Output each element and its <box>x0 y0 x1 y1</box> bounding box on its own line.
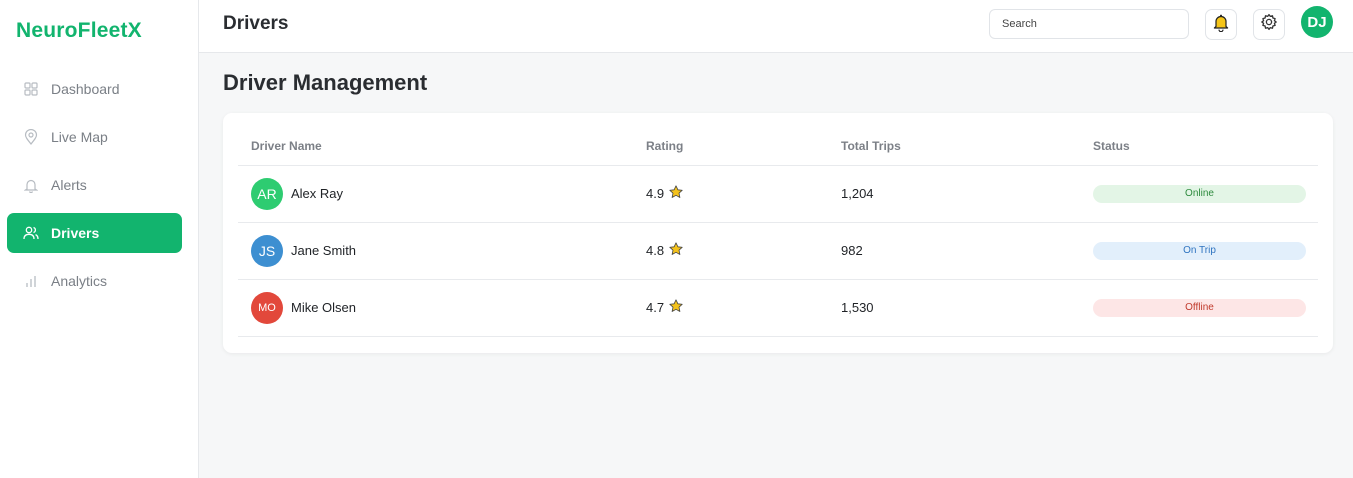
table-row[interactable]: JS Jane Smith 4.8 982 On Trip <box>238 222 1318 280</box>
driver-rating: 4.9 <box>646 186 665 201</box>
drivers-table-card: Driver Name Rating Total Trips Status AR… <box>223 113 1333 353</box>
search-input[interactable] <box>989 9 1189 39</box>
driver-name: Alex Ray <box>291 186 344 201</box>
sidebar-item-drivers[interactable]: Drivers <box>7 213 182 253</box>
sidebar-item-label: Drivers <box>51 225 100 241</box>
top-header: Drivers DJ <box>199 0 1353 53</box>
sidebar-item-label: Dashboard <box>51 81 120 97</box>
settings-button[interactable] <box>1253 9 1285 40</box>
gear-icon <box>1260 13 1278 36</box>
driver-trips: 1,530 <box>828 279 1080 337</box>
users-icon <box>23 225 39 241</box>
notifications-button[interactable] <box>1205 9 1237 40</box>
driver-avatar: JS <box>251 234 283 267</box>
page-title: Driver Management <box>223 70 428 95</box>
user-avatar[interactable]: DJ <box>1301 6 1333 38</box>
drivers-table: Driver Name Rating Total Trips Status AR… <box>238 128 1318 337</box>
table-header-row: Driver Name Rating Total Trips Status <box>238 128 1318 166</box>
status-badge: Online <box>1093 184 1306 203</box>
sidebar-item-label: Analytics <box>51 273 108 289</box>
star-icon <box>664 242 683 259</box>
sidebar-item-live-map[interactable]: Live Map <box>7 117 182 157</box>
app-logo: NeuroFleetX <box>16 19 142 42</box>
table-row[interactable]: MO Mike Olsen 4.7 1,530 Offline <box>238 279 1318 337</box>
map-pin-icon <box>23 129 39 145</box>
star-icon <box>664 185 683 202</box>
bell-icon <box>23 177 39 193</box>
column-header[interactable]: Driver Name <box>238 128 633 166</box>
grid-icon <box>23 81 39 97</box>
driver-rating: 4.8 <box>646 243 665 258</box>
column-header[interactable]: Status <box>1080 128 1318 166</box>
sidebar-item-alerts[interactable]: Alerts <box>7 165 182 205</box>
status-badge: Offline <box>1093 298 1306 317</box>
sidebar: NeuroFleetX Dashboard Live Map Alerts Dr… <box>0 0 199 478</box>
header-title: Drivers <box>223 13 289 34</box>
sidebar-item-analytics[interactable]: Analytics <box>7 261 182 301</box>
driver-name: Jane Smith <box>291 243 357 258</box>
driver-avatar: MO <box>251 291 283 324</box>
driver-name: Mike Olsen <box>291 300 357 315</box>
driver-avatar: AR <box>251 177 283 210</box>
status-badge: On Trip <box>1093 241 1306 260</box>
sidebar-item-label: Live Map <box>51 129 108 145</box>
bar-chart-icon <box>23 273 39 289</box>
column-header[interactable]: Total Trips <box>828 128 1080 166</box>
table-row[interactable]: AR Alex Ray 4.9 1,204 Online <box>238 165 1318 223</box>
sidebar-item-dashboard[interactable]: Dashboard <box>7 69 182 109</box>
column-header[interactable]: Rating <box>633 128 828 166</box>
bell-icon <box>1212 13 1230 37</box>
star-icon <box>664 299 683 316</box>
driver-rating: 4.7 <box>646 300 665 315</box>
sidebar-item-label: Alerts <box>51 177 87 193</box>
driver-trips: 1,204 <box>828 165 1080 223</box>
sidebar-nav: Dashboard Live Map Alerts Drivers Analyt… <box>7 69 182 309</box>
driver-trips: 982 <box>828 222 1080 280</box>
